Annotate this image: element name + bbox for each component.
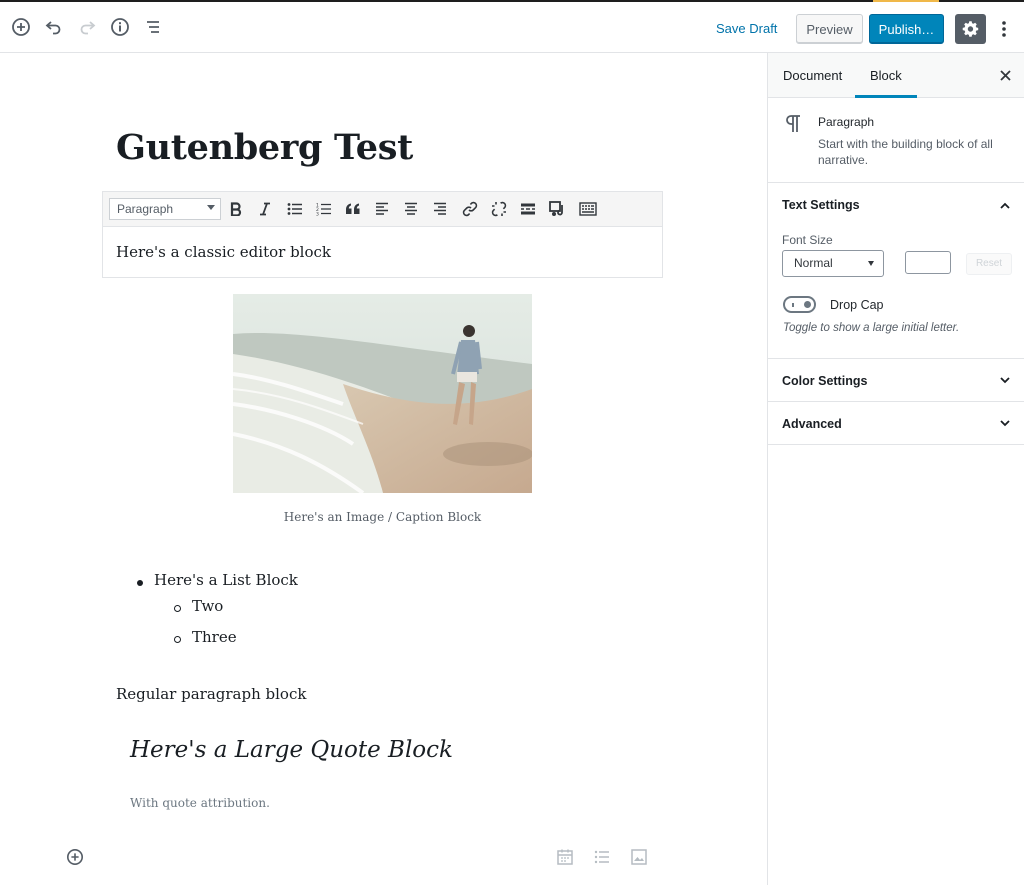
redo-icon[interactable] <box>74 14 100 40</box>
list-item: Three <box>192 628 237 646</box>
classic-editor-text: Here's a classic editor block <box>116 243 332 261</box>
more-menu-icon[interactable] <box>994 14 1014 44</box>
chevron-down-icon[interactable] <box>999 417 1011 429</box>
settings-toggle-button[interactable] <box>955 14 986 44</box>
bold-icon[interactable] <box>224 198 248 220</box>
editor-canvas: Gutenberg Test Paragraph 123 Here's a cl… <box>0 53 767 885</box>
quote-text[interactable]: Here's a Large Quote Block <box>130 737 453 763</box>
add-block-bottom-icon[interactable] <box>64 846 86 868</box>
block-card-title: Paragraph <box>818 115 875 129</box>
custom-font-size-input[interactable] <box>905 251 951 274</box>
save-draft-button[interactable]: Save Draft <box>708 16 785 42</box>
toggle-knob <box>804 301 811 308</box>
tab-block[interactable]: Block <box>855 53 917 98</box>
paragraph-block[interactable]: Regular paragraph block <box>116 685 306 703</box>
font-size-select[interactable]: Normal <box>782 250 884 277</box>
undo-icon[interactable] <box>41 14 67 40</box>
drop-cap-toggle[interactable] <box>783 296 816 313</box>
list-bullet <box>174 636 181 643</box>
list-item: Two <box>192 597 224 615</box>
classic-editor-content[interactable]: Here's a classic editor block <box>102 227 663 278</box>
sidebar-tabs: Document Block <box>768 53 1024 98</box>
unlink-icon[interactable] <box>487 198 511 220</box>
drop-cap-label: Drop Cap <box>830 298 884 312</box>
block-navigation-icon[interactable] <box>140 14 166 40</box>
tab-document[interactable]: Document <box>768 53 857 98</box>
list-bullet <box>137 580 143 586</box>
blockquote-icon[interactable] <box>341 198 365 220</box>
paragraph-icon <box>786 114 806 134</box>
read-more-icon[interactable] <box>516 198 540 220</box>
close-icon[interactable] <box>997 67 1013 83</box>
color-settings-toggle[interactable]: Color Settings <box>782 374 867 388</box>
settings-sidebar: Document Block Paragraph Start with the … <box>767 53 1024 885</box>
chevron-down-icon <box>868 261 874 266</box>
numbered-list-icon[interactable]: 123 <box>312 198 336 220</box>
image-caption[interactable]: Here's an Image / Caption Block <box>233 510 532 524</box>
beach-photo <box>233 294 532 493</box>
block-card-description: Start with the building block of all nar… <box>818 137 993 167</box>
info-icon[interactable] <box>107 14 133 40</box>
preview-button[interactable]: Preview <box>796 14 863 44</box>
publish-button[interactable]: Publish… <box>869 14 944 44</box>
color-settings-panel[interactable]: Color Settings <box>768 359 1024 402</box>
post-title[interactable]: Gutenberg Test <box>116 127 413 168</box>
align-right-icon[interactable] <box>428 198 452 220</box>
format-select[interactable]: Paragraph <box>109 198 221 220</box>
chevron-down-icon[interactable] <box>999 374 1011 386</box>
image-icon[interactable] <box>628 846 650 868</box>
reset-font-size-button[interactable]: Reset <box>966 253 1012 275</box>
chevron-up-icon[interactable] <box>999 200 1011 212</box>
block-card: Paragraph Start with the building block … <box>768 98 1024 183</box>
chevron-down-icon <box>207 205 215 210</box>
classic-editor-toolbar: Paragraph 123 <box>102 191 663 227</box>
header-accent <box>873 0 939 2</box>
drop-cap-help: Toggle to show a large initial letter. <box>783 322 960 334</box>
font-size-label: Font Size <box>782 233 833 247</box>
quote-citation[interactable]: With quote attribution. <box>130 796 270 810</box>
advanced-panel[interactable]: Advanced <box>768 402 1024 445</box>
list-item: Here's a List Block <box>154 571 298 589</box>
align-center-icon[interactable] <box>399 198 423 220</box>
advanced-toggle[interactable]: Advanced <box>782 417 842 431</box>
list-view-icon[interactable] <box>591 846 613 868</box>
format-select-value: Paragraph <box>117 202 174 216</box>
insert-media-icon[interactable] <box>546 198 570 220</box>
align-left-icon[interactable] <box>370 198 394 220</box>
gear-icon <box>962 21 978 37</box>
list-bullet <box>174 605 181 612</box>
font-size-value: Normal <box>794 256 833 270</box>
toggle-bar <box>792 303 794 307</box>
add-block-icon[interactable] <box>8 14 34 40</box>
toolbar-toggle-icon[interactable] <box>576 198 600 220</box>
link-icon[interactable] <box>458 198 482 220</box>
bulleted-list-icon[interactable] <box>283 198 307 220</box>
italic-icon[interactable] <box>253 198 277 220</box>
image-block[interactable] <box>233 294 532 493</box>
calendar-icon[interactable] <box>554 846 576 868</box>
text-settings-toggle[interactable]: Text Settings <box>782 198 860 212</box>
svg-text:3: 3 <box>316 212 319 217</box>
editor-header: Save Draft Preview Publish… <box>0 0 1024 53</box>
